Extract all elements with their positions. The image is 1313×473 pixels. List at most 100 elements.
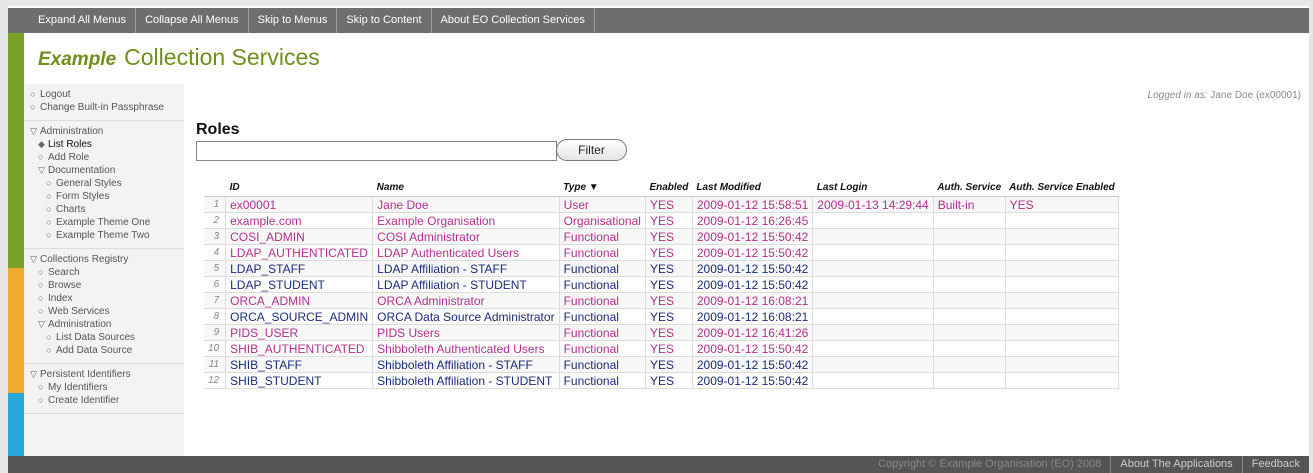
table-row[interactable]: 11 SHIB_STAFF Shibboleth Affiliation - STA…: [204, 356, 1120, 373]
table-row[interactable]: 4 LDAP_AUTHENTICATED LDAP Authenticated Us…: [204, 244, 1120, 261]
about-link[interactable]: About EO Collection Services: [432, 8, 595, 33]
bullet-icon: ○: [38, 267, 44, 277]
table-row[interactable]: 12 SHIB_STUDENT Shibboleth Affiliation - S…: [204, 372, 1120, 389]
role-auth-service-enabled: [1005, 308, 1120, 325]
role-id-link[interactable]: LDAP_AUTHENTICATED: [225, 244, 374, 261]
sidebar-item-documentation[interactable]: ▽ Documentation: [38, 164, 178, 177]
brand-title: Collection Services: [124, 44, 320, 70]
table-row[interactable]: 2 example.com Example Organisation Organisa…: [204, 212, 1120, 229]
role-id-link[interactable]: SHIB_STUDENT: [225, 372, 374, 389]
sidebar-group-collections-registry: ▽ Collections Registry ○ Search ○ Browse ○ I…: [24, 249, 184, 364]
role-last-login: [812, 308, 934, 325]
collapse-all-menus-link[interactable]: Collapse All Menus: [136, 8, 249, 33]
col-header-last-modified[interactable]: Last Modified: [692, 179, 813, 197]
role-id-link[interactable]: PIDS_USER: [225, 324, 374, 341]
col-header-type[interactable]: Type ▼: [559, 179, 646, 197]
skip-to-content-link[interactable]: Skip to Content: [337, 8, 432, 33]
filter-button[interactable]: Filter: [556, 139, 627, 161]
role-last-modified: 2009-01-12 15:50:42: [692, 244, 814, 261]
role-name-link[interactable]: COSI Administrator: [372, 228, 560, 245]
row-number: 7: [204, 292, 227, 309]
skip-to-menus-link[interactable]: Skip to Menus: [249, 8, 338, 33]
sidebar-item-general-styles[interactable]: ○ General Styles: [46, 177, 178, 190]
outer-border-left: [0, 0, 8, 473]
col-header-auth-service[interactable]: Auth. Service: [933, 179, 1006, 197]
expand-all-menus-link[interactable]: Expand All Menus: [8, 8, 137, 33]
role-name-link[interactable]: Jane Doe: [372, 196, 560, 213]
role-id-link[interactable]: ORCA_ADMIN: [225, 292, 374, 309]
table-row[interactable]: 7 ORCA_ADMIN ORCA Administrator Functional Y…: [204, 292, 1120, 309]
table-row[interactable]: 6 LDAP_STUDENT LDAP Affiliation - STUDENT F…: [204, 276, 1120, 293]
sidebar-item-browse[interactable]: ○ Browse: [38, 279, 178, 292]
role-last-login: 2009-01-13 14:29:44: [812, 196, 934, 213]
col-header-enabled[interactable]: Enabled: [645, 179, 693, 197]
role-enabled: YES: [645, 228, 693, 245]
table-row[interactable]: 9 PIDS_USER PIDS Users Functional YES 2009-01…: [204, 324, 1120, 341]
role-name-link[interactable]: LDAP Authenticated Users: [372, 244, 560, 261]
sidebar-item-administration[interactable]: ▽ Administration: [30, 125, 178, 138]
role-id-link[interactable]: SHIB_AUTHENTICATED: [225, 340, 374, 357]
role-id-link[interactable]: COSI_ADMIN: [225, 228, 374, 245]
role-id-link[interactable]: example.com: [225, 212, 374, 229]
role-id-link[interactable]: ex00001: [225, 196, 374, 213]
role-name-link[interactable]: LDAP Affiliation - STUDENT: [372, 276, 560, 293]
sidebar-item-collections-registry[interactable]: ▽ Collections Registry: [30, 253, 178, 266]
bullet-icon: ○: [30, 102, 36, 112]
about-applications-link[interactable]: About The Applications: [1110, 456, 1241, 473]
sidebar-item-my-identifiers[interactable]: ○ My Identifiers: [38, 381, 178, 394]
sidebar-item-example-theme-two[interactable]: ○ Example Theme Two: [46, 229, 178, 242]
table-row[interactable]: 3 COSI_ADMIN COSI Administrator Functional Y…: [204, 228, 1120, 245]
sidebar-item-add-data-source[interactable]: ○ Add Data Source: [46, 344, 178, 357]
role-name-link[interactable]: Shibboleth Authenticated Users: [372, 340, 560, 357]
role-name-link[interactable]: Shibboleth Affiliation - STAFF: [372, 356, 560, 373]
role-id-link[interactable]: LDAP_STUDENT: [225, 276, 374, 293]
col-header-name[interactable]: Name: [372, 179, 560, 197]
role-auth-service: [933, 340, 1006, 357]
sidebar-item-form-styles[interactable]: ○ Form Styles: [46, 190, 178, 203]
role-name-link[interactable]: Example Organisation: [372, 212, 560, 229]
col-header-id[interactable]: ID: [225, 179, 373, 197]
table-row[interactable]: 8 ORCA_SOURCE_ADMIN ORCA Data Source Admin…: [204, 308, 1120, 325]
sidebar-item-cr-administration[interactable]: ▽ Administration: [38, 318, 178, 331]
sidebar-item-example-theme-one[interactable]: ○ Example Theme One: [46, 216, 178, 229]
filter-input[interactable]: [196, 141, 557, 161]
sidebar-item-persistent-identifiers[interactable]: ▽ Persistent Identifiers: [30, 368, 178, 381]
sidebar-item-list-data-sources[interactable]: ○ List Data Sources: [46, 331, 178, 344]
role-name-link[interactable]: PIDS Users: [372, 324, 560, 341]
top-nav-bar: Expand All Menus Collapse All Menus Skip…: [8, 8, 1309, 33]
role-id-link[interactable]: SHIB_STAFF: [225, 356, 374, 373]
bullet-icon: ○: [38, 382, 44, 392]
expanded-triangle-icon: ▽: [30, 369, 37, 379]
role-name-link[interactable]: ORCA Data Source Administrator: [372, 308, 560, 325]
sidebar-item-logout[interactable]: ○ Logout: [30, 88, 178, 101]
sidebar-item-list-roles[interactable]: ◆ List Roles: [38, 138, 178, 151]
role-last-modified: 2009-01-12 15:50:42: [692, 228, 814, 245]
sidebar-item-add-role[interactable]: ○ Add Role: [38, 151, 178, 164]
role-name-link[interactable]: LDAP Affiliation - STAFF: [372, 260, 560, 277]
role-name-link[interactable]: Shibboleth Affiliation - STUDENT: [372, 372, 560, 389]
sidebar-item-create-identifier[interactable]: ○ Create Identifier: [38, 394, 178, 407]
table-row[interactable]: 10 SHIB_AUTHENTICATED Shibboleth Authentic…: [204, 340, 1120, 357]
sidebar-item-web-services[interactable]: ○ Web Services: [38, 305, 178, 318]
table-row[interactable]: 1 ex00001 Jane Doe User YES 2009-01-12 15:58:…: [204, 196, 1120, 213]
role-last-modified: 2009-01-12 15:58:51: [692, 196, 814, 213]
sidebar-item-charts[interactable]: ○ Charts: [46, 203, 178, 216]
col-header-auth-service-enabled[interactable]: Auth. Service Enabled: [1005, 179, 1119, 197]
col-header-last-login[interactable]: Last Login: [812, 179, 934, 197]
logged-in-status: Logged in as: Jane Doe (ex00001): [1148, 90, 1301, 101]
row-number: 4: [204, 244, 227, 261]
feedback-link[interactable]: Feedback: [1241, 456, 1309, 473]
sidebar-item-change-passphrase[interactable]: ○ Change Built-in Passphrase: [30, 101, 178, 114]
sidebar-item-index[interactable]: ○ Index: [38, 292, 178, 305]
sidebar-item-search[interactable]: ○ Search: [38, 266, 178, 279]
role-last-modified: 2009-01-12 15:50:42: [692, 276, 814, 293]
copyright-text: Copyright © Example Organisation (EO) 20…: [878, 458, 1102, 470]
row-number: 8: [204, 308, 227, 325]
role-id-link[interactable]: LDAP_STAFF: [225, 260, 374, 277]
table-row[interactable]: 5 LDAP_STAFF LDAP Affiliation - STAFF Funct…: [204, 260, 1120, 277]
role-last-modified: 2009-01-12 15:50:42: [692, 340, 814, 357]
role-type: Functional: [559, 324, 646, 341]
role-enabled: YES: [645, 260, 693, 277]
role-name-link[interactable]: ORCA Administrator: [372, 292, 560, 309]
role-id-link[interactable]: ORCA_SOURCE_ADMIN: [225, 308, 374, 325]
